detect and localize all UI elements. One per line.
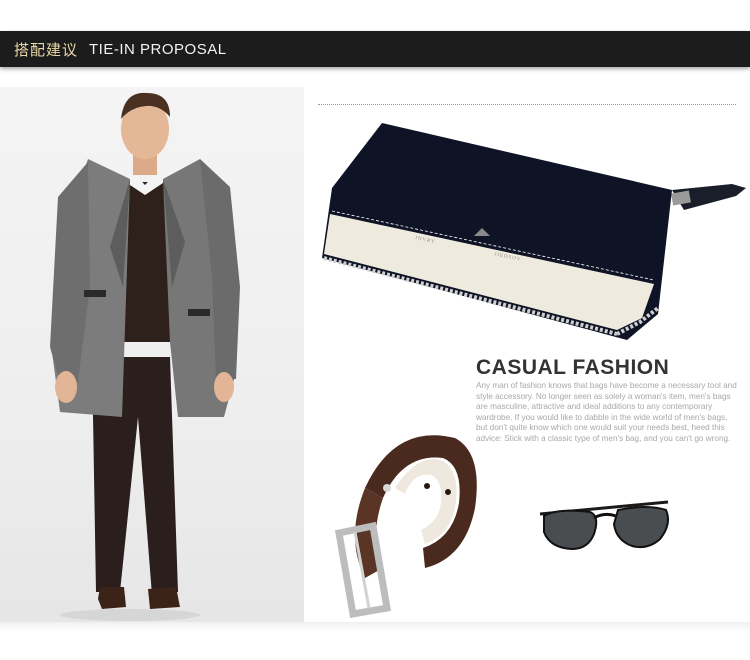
sunglasses-illustration: [539, 500, 669, 551]
section-title-en: TIE-IN PROPOSAL: [89, 40, 227, 58]
bottom-divider: [0, 622, 750, 632]
sunglasses-image: [538, 494, 674, 559]
model-photo: [0, 87, 304, 622]
wallet-illustration: [322, 123, 746, 340]
section-header-banner: 搭配建议 TIE-IN PROPOSAL: [0, 31, 750, 67]
casual-fashion-title: CASUAL FASHION: [476, 356, 670, 379]
belt-image: [325, 428, 485, 623]
section-title-zh: 搭配建议: [14, 40, 79, 59]
casual-fashion-body: Any man of fashion knows that bags have …: [476, 381, 737, 443]
belt-illustration: [334, 435, 477, 619]
wallet-image: INVRV JIEDSOV: [312, 118, 748, 353]
dotted-divider: [318, 104, 736, 105]
model-illustration: [50, 92, 240, 621]
